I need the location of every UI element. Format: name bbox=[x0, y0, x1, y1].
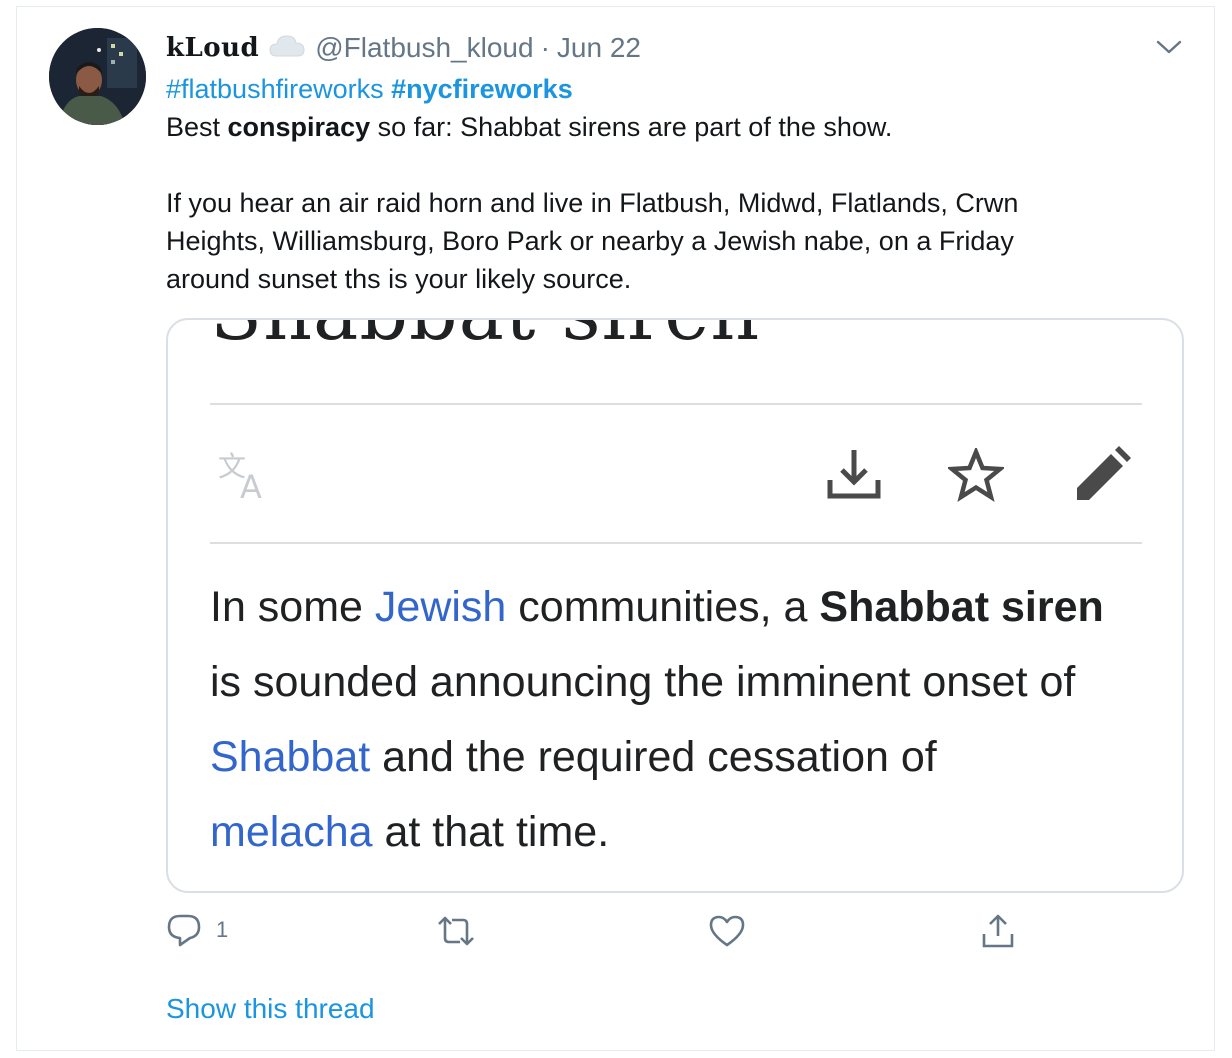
tweet-header: kLoud @Flatbush_kloud · Jun 22 bbox=[166, 30, 641, 66]
retweet-button[interactable] bbox=[436, 914, 476, 948]
star-icon bbox=[946, 446, 1006, 509]
media-card[interactable]: Shabbat siren 文 A In some Jewish communi… bbox=[166, 318, 1184, 893]
text-segment: and the required cessation of bbox=[370, 733, 937, 781]
wiki-link: Shabbat bbox=[210, 733, 371, 781]
bold-text: Shabbat siren bbox=[819, 583, 1104, 631]
chevron-down-icon[interactable] bbox=[1156, 36, 1182, 58]
reply-button[interactable]: 1 bbox=[166, 912, 228, 948]
hashtag-link[interactable]: #flatbushfireworks bbox=[166, 74, 384, 104]
translate-icon: 文 A bbox=[218, 450, 280, 507]
tweet-date[interactable]: Jun 22 bbox=[557, 32, 641, 64]
tweet-text-line-1: Best conspiracy so far: Shabbat sirens a… bbox=[166, 108, 1166, 146]
text-segment: at that time. bbox=[372, 808, 610, 856]
hashtag-link[interactable]: #nycfireworks bbox=[391, 74, 573, 104]
reply-icon bbox=[167, 914, 201, 947]
wiki-link: melacha bbox=[210, 808, 373, 856]
card-line: is sounded announcing the imminent onset… bbox=[210, 658, 1076, 706]
like-button[interactable] bbox=[708, 914, 746, 948]
pencil-icon bbox=[1073, 446, 1131, 509]
show-thread-link[interactable]: Show this thread bbox=[166, 993, 375, 1025]
svg-text:A: A bbox=[240, 468, 262, 502]
tweet-text-para-line: around sunset ths is your likely source. bbox=[166, 264, 632, 294]
share-button[interactable] bbox=[980, 912, 1016, 950]
download-icon bbox=[826, 446, 882, 507]
card-title: Shabbat siren bbox=[210, 320, 760, 357]
like-icon bbox=[709, 915, 745, 947]
user-handle[interactable]: @Flatbush_kloud bbox=[315, 32, 533, 64]
hashtags-line: #flatbushfireworks #nycfireworks bbox=[166, 70, 1166, 108]
retweet-icon bbox=[438, 916, 474, 946]
card-body-text: In some Jewish communities, a Shabbat si… bbox=[210, 570, 1170, 870]
display-name[interactable]: kLoud bbox=[166, 33, 259, 63]
bold-text: conspiracy bbox=[227, 112, 371, 142]
text-segment: Best bbox=[166, 112, 228, 142]
text-segment: communities, a bbox=[506, 583, 820, 631]
reply-count: 1 bbox=[216, 917, 229, 942]
separator-dot: · bbox=[540, 32, 550, 63]
card-line: In some Jewish communities, a Shabbat si… bbox=[210, 570, 1170, 645]
text-segment: so far: Shabbat sirens are part of the s… bbox=[370, 112, 893, 142]
text-segment: In some bbox=[210, 583, 375, 631]
divider bbox=[210, 542, 1142, 544]
wiki-link: Jewish bbox=[374, 583, 507, 631]
cloud-icon bbox=[269, 32, 305, 65]
tweet-actions: 1 bbox=[0, 912, 1232, 952]
share-icon bbox=[982, 914, 1014, 948]
avatar[interactable] bbox=[49, 28, 146, 125]
divider bbox=[210, 403, 1142, 405]
tweet-text-para-line: If you hear an air raid horn and live in… bbox=[166, 188, 1019, 218]
card-line: melacha at that time. bbox=[210, 795, 1170, 870]
card-line: Shabbat and the required cessation of bbox=[210, 720, 1170, 795]
tweet-text-para-line: Heights, Williamsburg, Boro Park or near… bbox=[166, 226, 1014, 256]
